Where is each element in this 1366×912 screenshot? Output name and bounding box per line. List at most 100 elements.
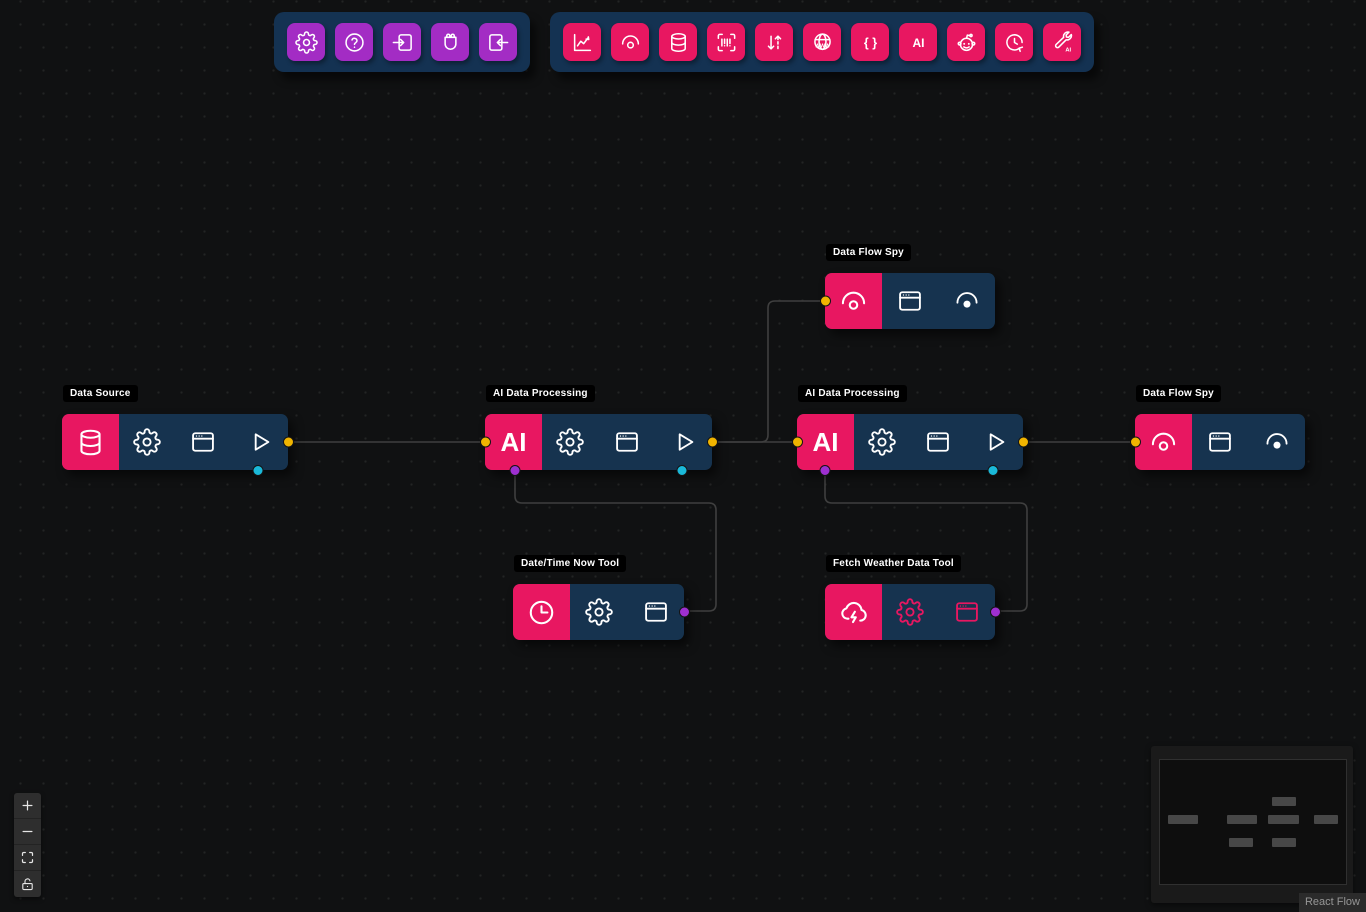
- add-reddit-node-button[interactable]: [947, 23, 985, 61]
- gear-icon[interactable]: [854, 414, 910, 470]
- node-title: Data Flow Spy: [1136, 385, 1221, 402]
- node-action-icons: [882, 273, 995, 329]
- node-title: Data Source: [63, 385, 138, 402]
- minimap-node-data-flow-spy-top: [1272, 797, 1296, 806]
- node-datetime-tool[interactable]: Date/Time Now Tool: [513, 584, 684, 640]
- window-icon[interactable]: [1192, 414, 1249, 470]
- yellow-left-handle[interactable]: [792, 437, 803, 448]
- play-icon[interactable]: [655, 414, 712, 470]
- attribution: React Flow: [1299, 893, 1366, 912]
- window-icon[interactable]: [627, 584, 684, 640]
- eye-filled-icon[interactable]: [939, 273, 996, 329]
- fit-view-button[interactable]: [14, 845, 41, 871]
- ai-wrench-icon: AI: [1051, 31, 1074, 54]
- node-accent-label: AI: [485, 414, 542, 470]
- gear-icon[interactable]: [119, 414, 175, 470]
- yellow-right-handle[interactable]: [283, 437, 294, 448]
- chart-icon: [571, 31, 594, 54]
- eye-icon: [1135, 414, 1192, 470]
- gear-icon[interactable]: [882, 584, 939, 640]
- node-action-icons: [1192, 414, 1305, 470]
- add-json-node-button[interactable]: { }: [851, 23, 889, 61]
- add-ai-node-button[interactable]: AI: [899, 23, 937, 61]
- yellow-left-handle[interactable]: [1130, 437, 1141, 448]
- toggle-interactivity-button[interactable]: [14, 871, 41, 897]
- settings-button[interactable]: [287, 23, 325, 61]
- node-title: AI Data Processing: [486, 385, 595, 402]
- node-title: Fetch Weather Data Tool: [826, 555, 961, 572]
- gear-icon[interactable]: [542, 414, 599, 470]
- help-button[interactable]: [335, 23, 373, 61]
- gear-icon[interactable]: [570, 584, 627, 640]
- yellow-right-handle[interactable]: [1018, 437, 1029, 448]
- plus-icon: [20, 798, 35, 813]
- clock-icon: [513, 584, 570, 640]
- node-action-icons: [854, 414, 1023, 470]
- cyan-bottom-handle[interactable]: [252, 465, 263, 476]
- node-action-icons: [882, 584, 995, 640]
- yellow-right-handle[interactable]: [707, 437, 718, 448]
- purple-right-handle[interactable]: [679, 607, 690, 618]
- minimap[interactable]: [1151, 746, 1353, 903]
- database-icon: [667, 31, 690, 54]
- database-icon: [62, 414, 119, 470]
- window-icon[interactable]: [175, 414, 231, 470]
- save-workflow-button[interactable]: [479, 23, 517, 61]
- node-title: AI Data Processing: [798, 385, 907, 402]
- cloud-bolt-icon: [825, 584, 882, 640]
- minimap-node-ai-processing-2: [1268, 815, 1299, 824]
- add-spy-node-button[interactable]: [611, 23, 649, 61]
- minimap-node-data-flow-spy-right: [1314, 815, 1338, 824]
- add-data-source-node-button[interactable]: [659, 23, 697, 61]
- gear-icon: [295, 31, 318, 54]
- add-web-node-button[interactable]: WWW: [803, 23, 841, 61]
- node-data-flow-spy-top[interactable]: Data Flow Spy: [825, 273, 995, 329]
- svg-text:AI: AI: [1065, 47, 1071, 53]
- node-ai-processing-2[interactable]: AI Data ProcessingAI: [797, 414, 1023, 470]
- add-chart-node-button[interactable]: [563, 23, 601, 61]
- window-icon[interactable]: [599, 414, 656, 470]
- cyan-bottom-handle[interactable]: [987, 465, 998, 476]
- yellow-left-handle[interactable]: [480, 437, 491, 448]
- play-icon[interactable]: [232, 414, 288, 470]
- fit-icon: [20, 850, 35, 865]
- node-ai-processing-1[interactable]: AI Data ProcessingAI: [485, 414, 712, 470]
- ai-label: AI: [501, 427, 527, 458]
- zoom-controls: [14, 793, 41, 897]
- purple-bottom-handle[interactable]: [509, 465, 520, 476]
- add-barcode-node-button[interactable]: [707, 23, 745, 61]
- node-weather-tool[interactable]: Fetch Weather Data Tool: [825, 584, 995, 640]
- add-ai-tool-node-button[interactable]: AI: [1043, 23, 1081, 61]
- lock-open-icon: [20, 877, 35, 892]
- clear-canvas-button[interactable]: [431, 23, 469, 61]
- flow-canvas[interactable]: WWW { } AI AI Data Source AI Data Processing…: [0, 0, 1366, 912]
- zoom-in-button[interactable]: [14, 793, 41, 819]
- window-icon[interactable]: [939, 584, 996, 640]
- node-data-source[interactable]: Data Source: [62, 414, 288, 470]
- cyan-bottom-handle[interactable]: [677, 465, 688, 476]
- save-icon: [487, 31, 510, 54]
- minimap-node-weather-tool: [1272, 838, 1296, 847]
- ai-icon: AI: [907, 31, 930, 54]
- purple-right-handle[interactable]: [990, 607, 1001, 618]
- minimap-node-datetime-tool: [1229, 838, 1253, 847]
- yellow-left-handle[interactable]: [820, 296, 831, 307]
- workflow-toolbar: [274, 12, 530, 72]
- eye-filled-icon[interactable]: [1249, 414, 1306, 470]
- add-sort-node-button[interactable]: [755, 23, 793, 61]
- node-data-flow-spy-right[interactable]: Data Flow Spy: [1135, 414, 1305, 470]
- help-icon: [343, 31, 366, 54]
- trash-icon: [439, 31, 462, 54]
- sort-icon: [763, 31, 786, 54]
- load-workflow-button[interactable]: [383, 23, 421, 61]
- window-icon[interactable]: [910, 414, 966, 470]
- window-icon[interactable]: [882, 273, 939, 329]
- svg-text:AI: AI: [912, 35, 924, 49]
- braces-icon: { }: [859, 31, 882, 54]
- add-history-node-button[interactable]: [995, 23, 1033, 61]
- play-icon[interactable]: [967, 414, 1023, 470]
- svg-text:{ }: { }: [863, 35, 876, 49]
- zoom-out-button[interactable]: [14, 819, 41, 845]
- purple-bottom-handle[interactable]: [820, 465, 831, 476]
- node-action-icons: [542, 414, 712, 470]
